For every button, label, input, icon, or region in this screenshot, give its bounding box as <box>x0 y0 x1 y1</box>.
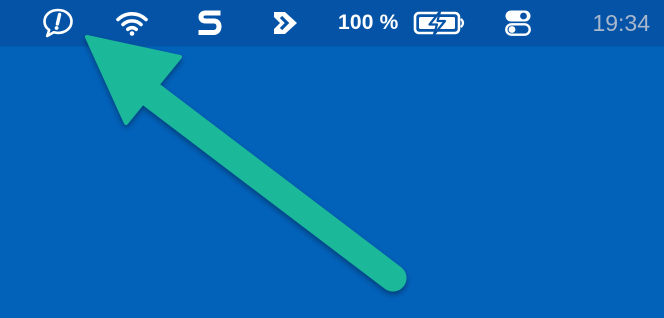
app-s-icon <box>198 10 222 35</box>
app-forward-menu[interactable] <box>266 0 306 46</box>
desktop-background <box>0 46 664 318</box>
feedback-assistant-button[interactable] <box>38 0 78 46</box>
app-s-menu[interactable] <box>190 0 230 46</box>
clock-text: 19:34 <box>592 9 650 36</box>
app-forward-icon <box>274 12 297 34</box>
menu-bar: 100 % 19:34 <box>0 0 664 46</box>
battery-menu[interactable] <box>412 0 468 46</box>
battery-percentage-text: 100 % <box>338 11 399 34</box>
control-center-icon <box>505 10 531 36</box>
feedback-icon <box>43 8 73 38</box>
wifi-menu[interactable] <box>112 0 152 46</box>
menu-bar-clock[interactable]: 19:34 <box>560 0 650 46</box>
battery-percentage: 100 % <box>338 0 408 46</box>
wifi-icon <box>116 12 148 36</box>
battery-charging-icon <box>413 10 465 36</box>
control-center-button[interactable] <box>498 0 538 46</box>
